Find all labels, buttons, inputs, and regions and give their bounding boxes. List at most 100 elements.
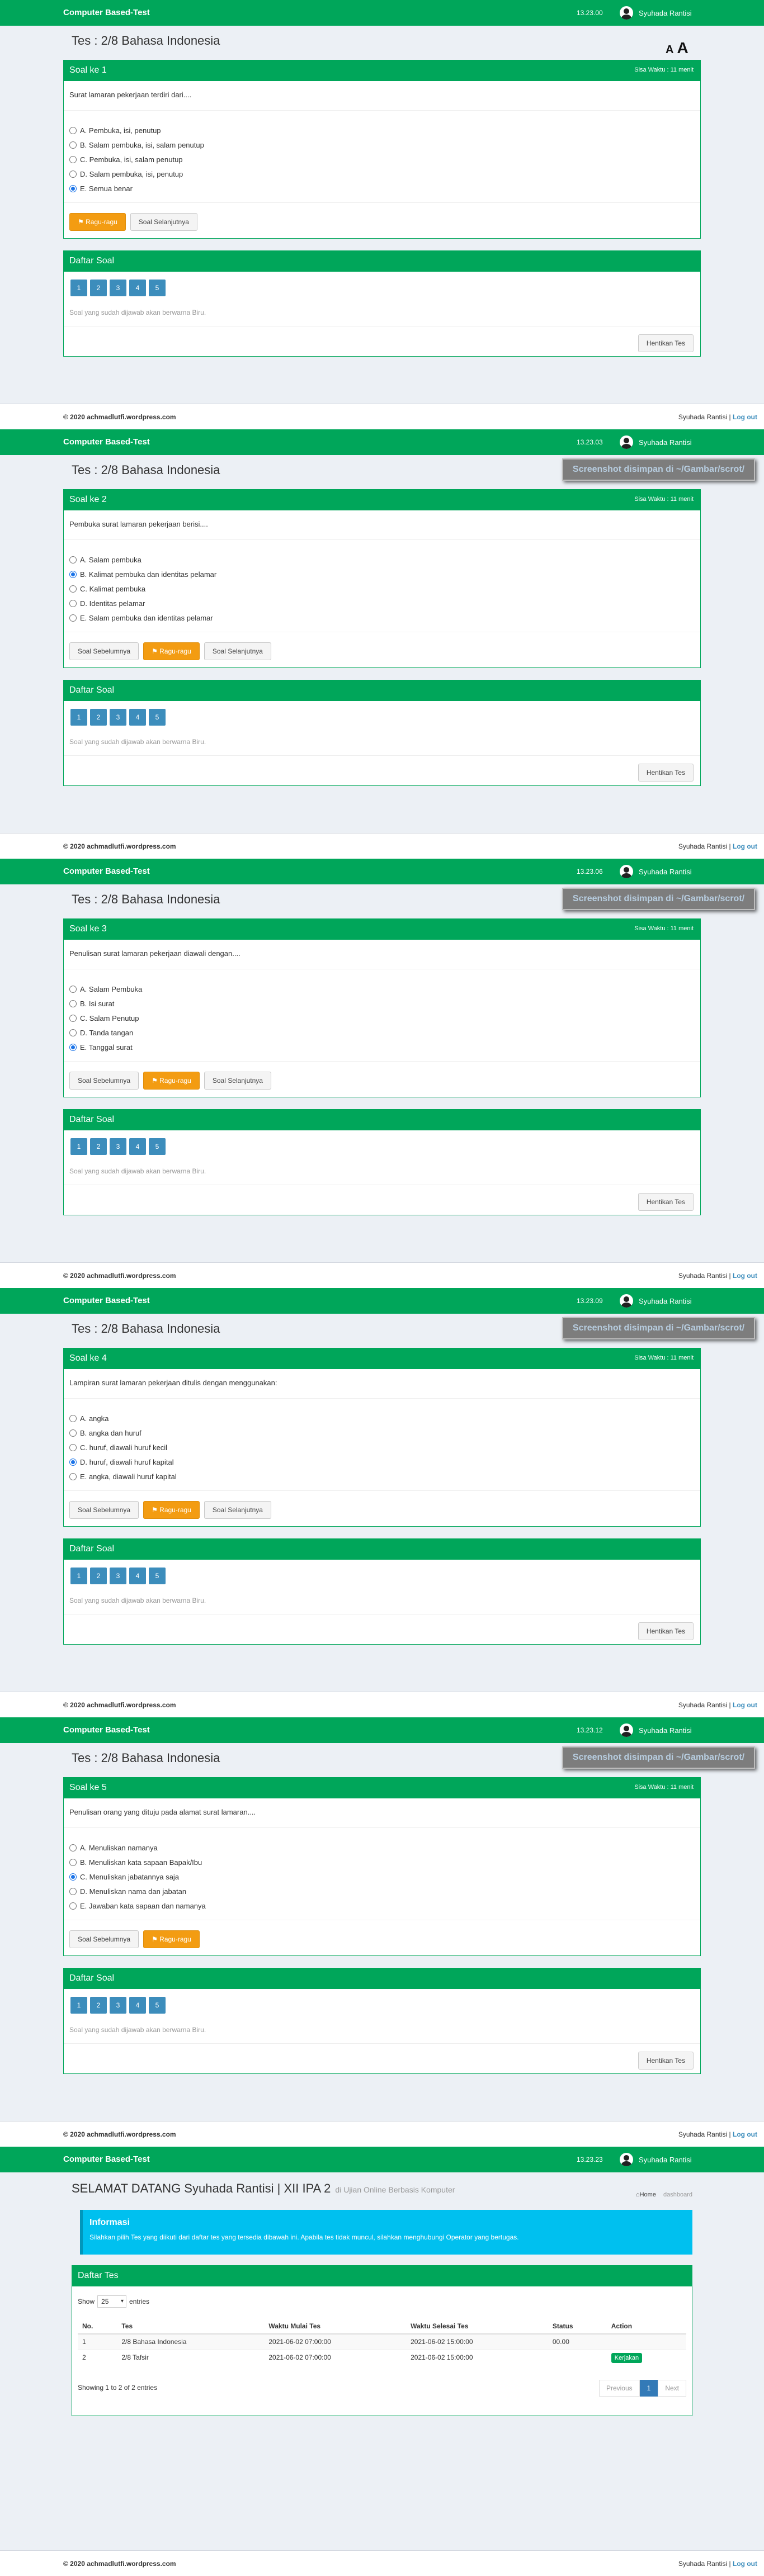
user-menu[interactable]: Syuhada Rantisi: [620, 1723, 692, 1737]
stop-test-button[interactable]: Hentikan Tes: [638, 2052, 694, 2070]
user-menu[interactable]: Syuhada Rantisi: [620, 1294, 692, 1308]
answer-option[interactable]: B. Isi surat: [69, 996, 142, 1011]
radio-button[interactable]: [69, 1014, 77, 1022]
question-number-button[interactable]: 1: [70, 280, 87, 296]
question-number-button[interactable]: 1: [70, 1138, 87, 1155]
radio-button[interactable]: [69, 126, 77, 134]
question-number-button[interactable]: 2: [90, 1138, 107, 1155]
radio-button[interactable]: [69, 1029, 77, 1036]
radio-button[interactable]: [69, 1844, 77, 1852]
user-menu[interactable]: Syuhada Rantisi: [620, 6, 692, 20]
radio-button[interactable]: [69, 1414, 77, 1422]
radio-button[interactable]: [69, 1472, 77, 1480]
answer-option[interactable]: D. huruf, diawali huruf kapital: [69, 1455, 177, 1469]
prev-question-button[interactable]: Soal Sebelumnya: [69, 642, 139, 660]
radio-button[interactable]: [69, 1429, 77, 1437]
prev-question-button[interactable]: Soal Sebelumnya: [69, 1072, 139, 1090]
column-header[interactable]: No.: [78, 2318, 117, 2334]
radio-button[interactable]: [69, 1873, 77, 1881]
app-brand[interactable]: Computer Based-Test: [63, 8, 150, 17]
radio-button[interactable]: [69, 1458, 77, 1466]
radio-button[interactable]: [69, 141, 77, 149]
answer-option[interactable]: A. angka: [69, 1411, 177, 1426]
answer-option[interactable]: D. Salam pembuka, isi, penutup: [69, 167, 204, 181]
font-big-button[interactable]: A: [677, 39, 688, 57]
question-number-button[interactable]: 5: [149, 1997, 166, 2014]
doubt-button[interactable]: Ragu-ragu: [143, 1501, 200, 1519]
radio-button[interactable]: [69, 599, 77, 607]
prev-question-button[interactable]: Soal Sebelumnya: [69, 1501, 139, 1519]
question-number-button[interactable]: 4: [129, 280, 146, 296]
logout-link[interactable]: Log out: [733, 2130, 757, 2138]
pagination-next[interactable]: Next: [658, 2380, 686, 2397]
question-number-button[interactable]: 1: [70, 1997, 87, 2014]
doubt-button[interactable]: Ragu-ragu: [69, 213, 126, 231]
radio-button[interactable]: [69, 1443, 77, 1451]
answer-option[interactable]: A. Salam Pembuka: [69, 982, 142, 996]
answer-option[interactable]: C. Menuliskan jabatannya saja: [69, 1869, 206, 1884]
question-number-button[interactable]: 5: [149, 1568, 166, 1584]
pagination-previous[interactable]: Previous: [598, 2380, 640, 2397]
question-number-button[interactable]: 4: [129, 709, 146, 726]
logout-link[interactable]: Log out: [733, 413, 757, 421]
question-number-button[interactable]: 1: [70, 709, 87, 726]
question-number-button[interactable]: 3: [110, 280, 126, 296]
user-menu[interactable]: Syuhada Rantisi: [620, 865, 692, 878]
question-number-button[interactable]: 2: [90, 1568, 107, 1584]
doubt-button[interactable]: Ragu-ragu: [143, 1930, 200, 1948]
stop-test-button[interactable]: Hentikan Tes: [638, 764, 694, 782]
next-question-button[interactable]: Soal Selanjutnya: [130, 213, 197, 231]
column-header[interactable]: Status: [548, 2318, 607, 2334]
answer-option[interactable]: D. Menuliskan nama dan jabatan: [69, 1884, 206, 1898]
answer-option[interactable]: C. Pembuka, isi, salam penutup: [69, 152, 204, 167]
app-brand[interactable]: Computer Based-Test: [63, 2154, 150, 2164]
radio-button[interactable]: [69, 1887, 77, 1895]
radio-button[interactable]: [69, 1000, 77, 1007]
answer-option[interactable]: B. angka dan huruf: [69, 1426, 177, 1440]
pagination-page[interactable]: 1: [639, 2380, 658, 2397]
user-menu[interactable]: Syuhada Rantisi: [620, 435, 692, 449]
app-brand[interactable]: Computer Based-Test: [63, 1725, 150, 1735]
stop-test-button[interactable]: Hentikan Tes: [638, 1193, 694, 1211]
answer-option[interactable]: B. Menuliskan kata sapaan Bapak/Ibu: [69, 1855, 206, 1869]
question-number-button[interactable]: 5: [149, 709, 166, 726]
stop-test-button[interactable]: Hentikan Tes: [638, 1622, 694, 1640]
logout-link[interactable]: Log out: [733, 2560, 757, 2568]
column-header[interactable]: Tes: [117, 2318, 265, 2334]
question-number-button[interactable]: 3: [110, 1568, 126, 1584]
column-header[interactable]: Action: [606, 2318, 686, 2334]
app-brand[interactable]: Computer Based-Test: [63, 437, 150, 447]
logout-link[interactable]: Log out: [733, 1701, 757, 1709]
radio-button[interactable]: [69, 556, 77, 564]
answer-option[interactable]: D. Identitas pelamar: [69, 596, 216, 610]
answer-option[interactable]: B. Kalimat pembuka dan identitas pelamar: [69, 567, 216, 581]
prev-question-button[interactable]: Soal Sebelumnya: [69, 1930, 139, 1948]
question-number-button[interactable]: 4: [129, 1568, 146, 1584]
radio-button[interactable]: [69, 570, 77, 578]
answer-option[interactable]: A. Menuliskan namanya: [69, 1840, 206, 1855]
radio-button[interactable]: [69, 155, 77, 163]
radio-button[interactable]: [69, 585, 77, 593]
logout-link[interactable]: Log out: [733, 842, 757, 850]
radio-button[interactable]: [69, 170, 77, 178]
answer-option[interactable]: C. Kalimat pembuka: [69, 581, 216, 596]
user-menu[interactable]: Syuhada Rantisi: [620, 2153, 692, 2166]
answer-option[interactable]: D. Tanda tangan: [69, 1025, 142, 1040]
answer-option[interactable]: B. Salam pembuka, isi, salam penutup: [69, 138, 204, 152]
answer-option[interactable]: A. Pembuka, isi, penutup: [69, 123, 204, 138]
answer-option[interactable]: E. angka, diawali huruf kapital: [69, 1469, 177, 1484]
question-number-button[interactable]: 1: [70, 1568, 87, 1584]
next-question-button[interactable]: Soal Selanjutnya: [204, 642, 271, 660]
radio-button[interactable]: [69, 1043, 77, 1051]
answer-option[interactable]: C. huruf, diawali huruf kecil: [69, 1440, 177, 1455]
answer-option[interactable]: C. Salam Penutup: [69, 1011, 142, 1025]
breadcrumb-home[interactable]: Home: [636, 2191, 656, 2198]
radio-button[interactable]: [69, 1902, 77, 1910]
next-question-button[interactable]: Soal Selanjutnya: [204, 1501, 271, 1519]
entries-select[interactable]: 25: [97, 2295, 127, 2308]
doubt-button[interactable]: Ragu-ragu: [143, 642, 200, 660]
radio-button[interactable]: [69, 1858, 77, 1866]
answer-option[interactable]: A. Salam pembuka: [69, 552, 216, 567]
question-number-button[interactable]: 5: [149, 280, 166, 296]
doubt-button[interactable]: Ragu-ragu: [143, 1072, 200, 1090]
